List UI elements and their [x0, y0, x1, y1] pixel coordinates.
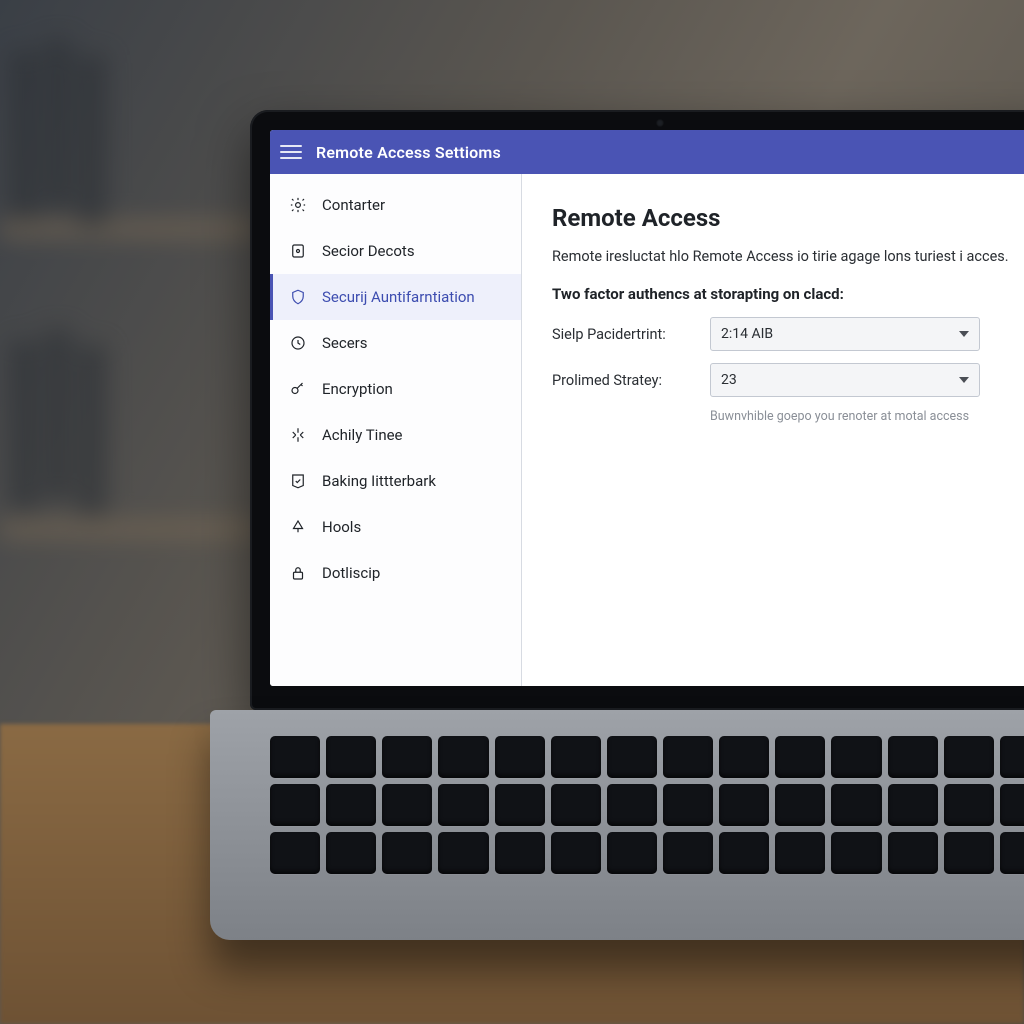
field2-select[interactable]: 23	[710, 363, 980, 397]
tool-icon	[288, 517, 308, 537]
sidebar-item-secior-decots[interactable]: Secior Decots	[270, 228, 521, 274]
sidebar-item-contarter[interactable]: Contarter	[270, 182, 521, 228]
check-shield-icon	[288, 471, 308, 491]
field1-label: Sielp Pacidertrint:	[552, 326, 692, 343]
field1-select[interactable]: 2:14 AIB	[710, 317, 980, 351]
lock-icon	[288, 563, 308, 583]
sidebar-item-label: Dotliscip	[322, 564, 380, 582]
titlebar: Remote Access Settioms	[270, 130, 1024, 174]
page-description: Remote iresluctat hlo Remote Access io t…	[552, 246, 1012, 267]
keyboard	[270, 736, 1024, 874]
field-hint: Buwnvhible goepo you renoter at motal ac…	[710, 409, 1010, 424]
section-subheading: Two factor authencs at storapting on cla…	[552, 285, 1020, 303]
clock-icon	[288, 333, 308, 353]
gear-icon	[288, 195, 308, 215]
sidebar-item-baking-iitterbark[interactable]: Baking Iittterbark	[270, 458, 521, 504]
sidebar-item-secers[interactable]: Secers	[270, 320, 521, 366]
app-window: Remote Access Settioms Contarter Se	[270, 130, 1024, 686]
key-icon	[288, 379, 308, 399]
spark-icon	[288, 425, 308, 445]
laptop-keyboard-deck	[210, 710, 1024, 940]
form-row-1: Sielp Pacidertrint: 2:14 AIB	[552, 317, 1020, 351]
laptop: Remote Access Settioms Contarter Se	[250, 110, 1024, 930]
sidebar-item-hools[interactable]: Hools	[270, 504, 521, 550]
form-row-2: Prolimed Stratey: 23	[552, 363, 1020, 397]
device-icon	[288, 241, 308, 261]
sidebar-item-label: Contarter	[322, 196, 385, 214]
main-panel: Remote Access Remote iresluctat hlo Remo…	[522, 174, 1024, 686]
screen-bezel: Remote Access Settioms Contarter Se	[250, 110, 1024, 710]
sidebar-item-encryption[interactable]: Encryption	[270, 366, 521, 412]
sidebar-item-label: Secers	[322, 334, 368, 352]
sidebar-item-label: Achily Tinee	[322, 426, 403, 444]
sidebar-item-achily-tinee[interactable]: Achily Tinee	[270, 412, 521, 458]
chevron-down-icon	[959, 331, 969, 337]
sidebar-item-security-authentication[interactable]: Securij Auntifarntiation	[270, 274, 521, 320]
sidebar: Contarter Secior Decots Securij Auntifar…	[270, 174, 522, 686]
sidebar-item-label: Securij Auntifarntiation	[322, 288, 475, 306]
chevron-down-icon	[959, 377, 969, 383]
sidebar-item-label: Encryption	[322, 380, 393, 398]
webcam	[656, 119, 664, 127]
sidebar-item-label: Secior Decots	[322, 242, 415, 260]
sidebar-item-label: Baking Iittterbark	[322, 472, 436, 490]
field1-value: 2:14 AIB	[721, 326, 773, 342]
sidebar-item-dotliscip[interactable]: Dotliscip	[270, 550, 521, 596]
field2-value: 23	[721, 372, 737, 388]
menu-icon[interactable]	[280, 145, 302, 159]
page-heading: Remote Access	[552, 204, 1020, 232]
field2-label: Prolimed Stratey:	[552, 372, 692, 389]
window-title: Remote Access Settioms	[316, 143, 501, 162]
sidebar-item-label: Hools	[322, 518, 361, 536]
shield-icon	[288, 287, 308, 307]
